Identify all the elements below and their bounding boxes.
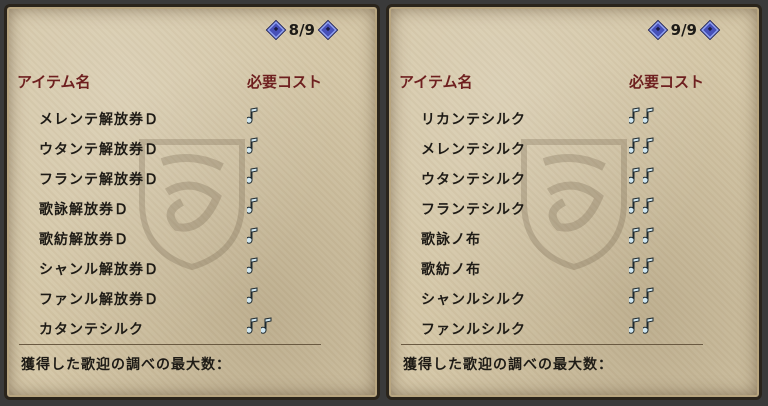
list-item[interactable]: ウタンテ解放券Ｄ — [7, 135, 377, 165]
list-item[interactable]: 歌詠解放券Ｄ — [7, 195, 377, 225]
required-cost-header: 必要コスト — [247, 73, 323, 91]
divider — [19, 344, 321, 345]
page-indicator: 9/9 — [647, 19, 721, 41]
music-note-icon — [245, 197, 259, 215]
item-cost — [627, 137, 657, 157]
music-note-icon — [641, 287, 655, 305]
item-cost — [245, 227, 261, 247]
list-item[interactable]: ウタンテシルク — [389, 165, 759, 195]
list-item[interactable]: フランテ解放券Ｄ — [7, 165, 377, 195]
music-note-icon — [245, 257, 259, 275]
diamond-left-arrow-icon[interactable] — [265, 19, 286, 41]
list-item[interactable]: 歌紡解放券Ｄ — [7, 225, 377, 255]
item-cost — [245, 317, 275, 337]
item-cost — [245, 287, 261, 307]
item-list-panel-left: 8/9 アイテム名 必要コスト メレンテ解放券Ｄ ウタンテ解放券Ｄ フランテ解放券Ｄ… — [4, 4, 380, 400]
list-item[interactable]: ファンルシルク — [389, 315, 759, 345]
music-note-icon — [245, 137, 259, 155]
list-item[interactable]: ファンル解放券Ｄ — [7, 285, 377, 315]
page-indicator: 8/9 — [265, 19, 339, 41]
item-cost — [627, 257, 657, 277]
item-cost — [627, 107, 657, 127]
music-note-icon — [627, 227, 641, 245]
item-list: リカンテシルク メレンテシルク ウタンテシルク フランテシルク 歌詠ノ布歌紡ノ布シャンル… — [389, 105, 759, 345]
music-note-icon — [641, 227, 655, 245]
music-note-icon — [641, 317, 655, 335]
list-item[interactable]: シャンルシルク — [389, 285, 759, 315]
music-note-icon — [641, 257, 655, 275]
music-note-icon — [259, 317, 273, 335]
music-note-icon — [627, 257, 641, 275]
music-note-icon — [627, 167, 641, 185]
item-name: リカンテシルク — [421, 112, 526, 128]
item-cost — [245, 137, 261, 157]
music-note-icon — [641, 137, 655, 155]
required-cost-header: 必要コスト — [629, 73, 705, 91]
diamond-left-arrow-icon[interactable] — [647, 19, 668, 41]
max-melody-label: 獲得した歌迎の調べの最大数： — [403, 357, 613, 373]
list-item[interactable]: シャンル解放券Ｄ — [7, 255, 377, 285]
item-name: 歌詠ノ布 — [421, 232, 481, 248]
item-name-header: アイテム名 — [17, 73, 91, 91]
item-cost — [627, 167, 657, 187]
list-item[interactable]: フランテシルク — [389, 195, 759, 225]
item-cost — [627, 317, 657, 337]
item-name: 歌紡解放券Ｄ — [39, 232, 129, 248]
music-note-icon — [245, 227, 259, 245]
item-cost — [627, 227, 657, 247]
music-note-icon — [627, 197, 641, 215]
item-cost — [245, 257, 261, 277]
music-note-icon — [245, 167, 259, 185]
diamond-right-arrow-icon[interactable] — [699, 19, 721, 41]
list-item[interactable]: カタンテシルク — [7, 315, 377, 345]
item-name: ウタンテシルク — [421, 172, 526, 188]
item-name: シャンルシルク — [421, 292, 526, 308]
list-item[interactable]: メレンテ解放券Ｄ — [7, 105, 377, 135]
item-cost — [627, 197, 657, 217]
item-name: シャンル解放券Ｄ — [39, 262, 159, 278]
list-item[interactable]: メレンテシルク — [389, 135, 759, 165]
item-name: メレンテ解放券Ｄ — [39, 112, 159, 128]
item-name: メレンテシルク — [421, 142, 526, 158]
list-item[interactable]: 歌詠ノ布 — [389, 225, 759, 255]
music-note-icon — [641, 107, 655, 125]
item-name: ファンル解放券Ｄ — [39, 292, 159, 308]
list-header: アイテム名 必要コスト — [17, 71, 367, 93]
item-name: フランテシルク — [421, 202, 526, 218]
item-list: メレンテ解放券Ｄ ウタンテ解放券Ｄ フランテ解放券Ｄ 歌詠解放券Ｄ 歌紡解放券Ｄ シャンル… — [7, 105, 377, 345]
list-item[interactable]: 歌紡ノ布 — [389, 255, 759, 285]
music-note-icon — [641, 167, 655, 185]
page-number: 9/9 — [670, 21, 697, 39]
music-note-icon — [627, 317, 641, 335]
item-cost — [245, 197, 261, 217]
item-name: フランテ解放券Ｄ — [39, 172, 159, 188]
item-cost — [627, 287, 657, 307]
item-name-header: アイテム名 — [399, 73, 473, 91]
music-note-icon — [245, 317, 259, 335]
divider — [401, 344, 703, 345]
music-note-icon — [641, 197, 655, 215]
diamond-right-arrow-icon[interactable] — [317, 19, 339, 41]
music-note-icon — [245, 287, 259, 305]
item-name: 歌詠解放券Ｄ — [39, 202, 129, 218]
max-melody-label: 獲得した歌迎の調べの最大数： — [21, 357, 231, 373]
item-cost — [245, 107, 261, 127]
item-cost — [245, 167, 261, 187]
item-name: ウタンテ解放券Ｄ — [39, 142, 159, 158]
page-number: 8/9 — [288, 21, 315, 39]
music-note-icon — [627, 107, 641, 125]
item-name: カタンテシルク — [39, 322, 144, 338]
music-note-icon — [627, 137, 641, 155]
item-name: 歌紡ノ布 — [421, 262, 481, 278]
item-name: ファンルシルク — [421, 322, 526, 338]
list-header: アイテム名 必要コスト — [399, 71, 749, 93]
list-item[interactable]: リカンテシルク — [389, 105, 759, 135]
music-note-icon — [245, 107, 259, 125]
item-list-panel-right: 9/9 アイテム名 必要コスト リカンテシルク メレンテシルク ウタンテシルク フラン… — [386, 4, 762, 400]
music-note-icon — [627, 287, 641, 305]
